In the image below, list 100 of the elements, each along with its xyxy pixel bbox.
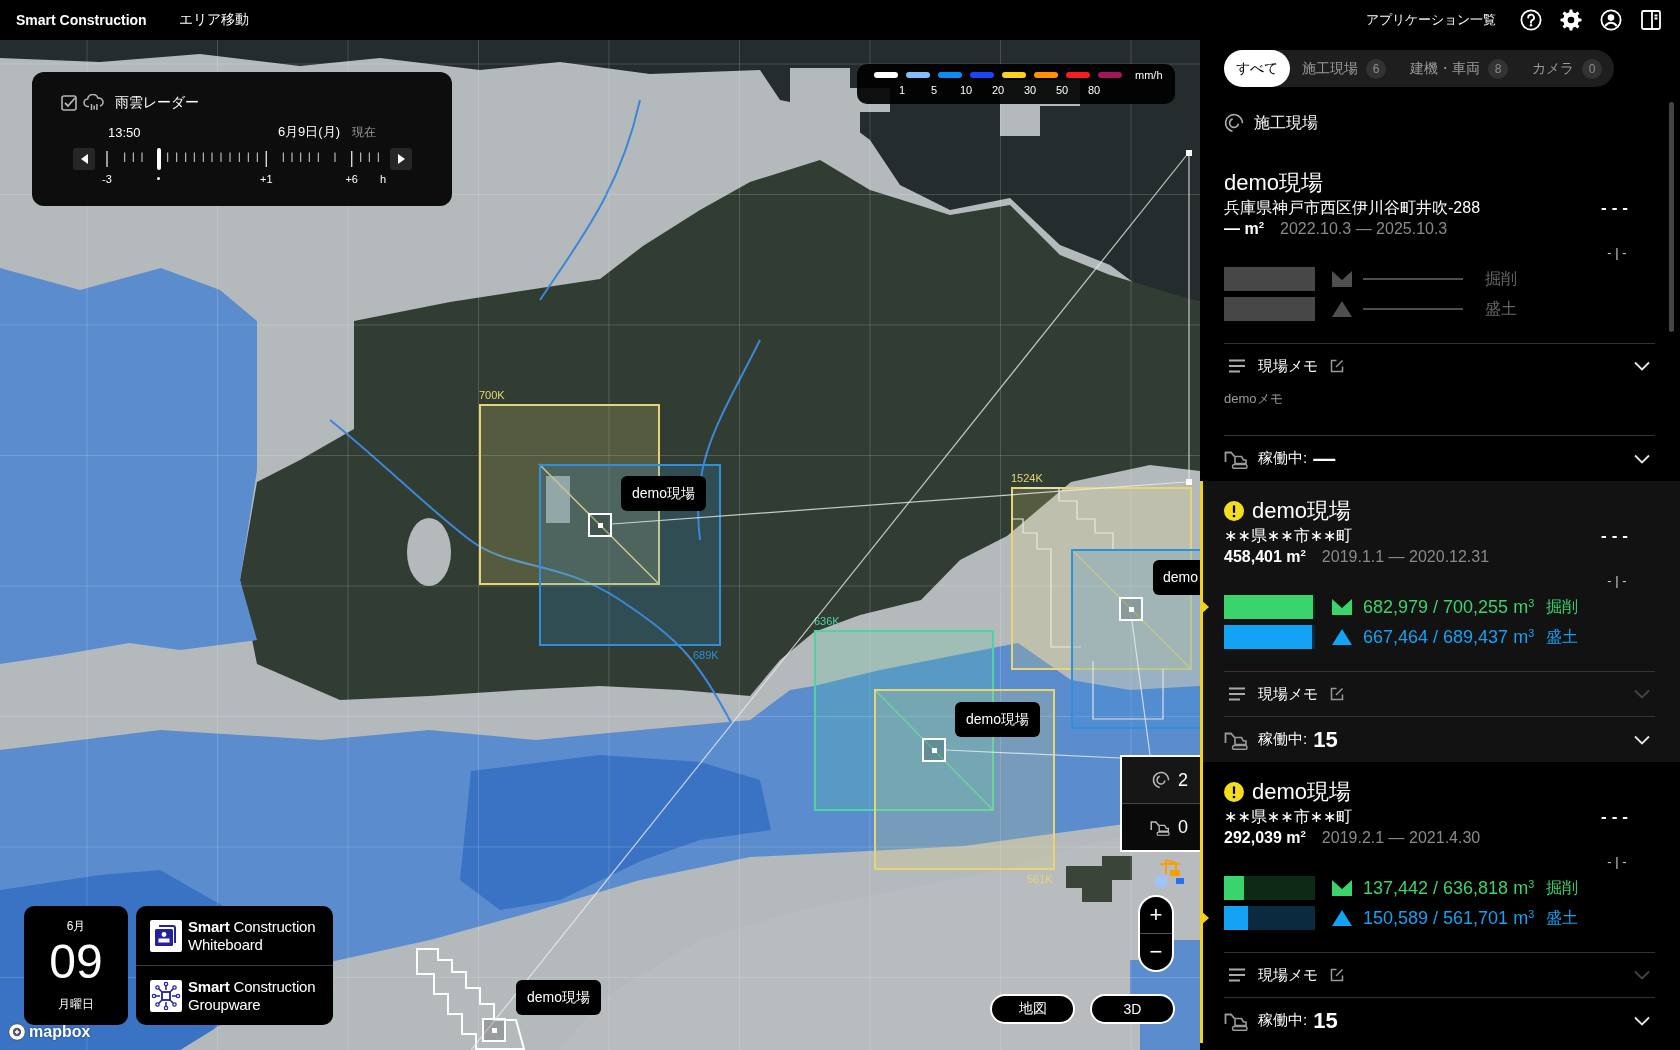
app-list-link[interactable]: アプリケーション一覧: [1366, 11, 1496, 29]
checkbox[interactable]: [61, 95, 77, 111]
scale-value: 1: [897, 84, 907, 96]
site-tooltip[interactable]: demo現場: [621, 476, 707, 511]
tick-label: +6: [345, 172, 358, 186]
metric-label: 掘削: [1546, 596, 1579, 617]
area-label: 700K: [479, 389, 505, 402]
terrain-area: [1066, 856, 1132, 902]
volume-text: 682,979 / 700,255 m$^{3}$: [1363, 596, 1535, 618]
operating-count: 15: [1313, 1009, 1338, 1032]
area-move-menu[interactable]: エリア移動: [178, 11, 249, 29]
area-size: 292,039 m$^{2}$: [1224, 828, 1306, 848]
whiteboard-app-icon: [150, 919, 182, 952]
scale-value: 80: [1086, 84, 1102, 96]
v-notch-icon: [1332, 880, 1352, 896]
ratio-text: - | -: [1607, 572, 1627, 590]
cluster-panel[interactable]: 2 0: [1120, 755, 1200, 852]
volume-text: 150,589 / 561,701 m$^{3}$: [1363, 907, 1535, 929]
site-count: 2: [1178, 769, 1188, 791]
cloud-patch: [407, 518, 451, 586]
view-toggle-button[interactable]: 3D: [1090, 994, 1175, 1024]
site-marker[interactable]: [922, 738, 946, 762]
day-number: 09: [49, 937, 103, 987]
site-address: ∗∗県∗∗市∗∗町: [1224, 526, 1353, 546]
edit-icon[interactable]: [1330, 968, 1344, 982]
volume-text: 137,442 / 636,818 m$^{3}$: [1363, 877, 1535, 899]
machine-count: 0: [1178, 816, 1188, 838]
edit-icon[interactable]: [1330, 687, 1344, 701]
view-toggle-button[interactable]: 地図: [990, 994, 1075, 1024]
scale-value: 5: [929, 84, 939, 96]
metric-label: 掘削: [1546, 877, 1579, 898]
edit-icon[interactable]: [1330, 359, 1344, 373]
area-label: 689K: [693, 649, 719, 662]
memo-label: 現場メモ: [1258, 684, 1318, 704]
site-marker[interactable]: [588, 513, 612, 537]
spiral-icon: [1152, 771, 1170, 789]
count-badge: 8: [1488, 58, 1508, 79]
radar-title: 雨雲レーダー: [115, 94, 199, 112]
memo-text: demoメモ: [1224, 391, 1283, 406]
previous-button[interactable]: [73, 148, 95, 170]
attribution-text[interactable]: mapbox: [29, 1023, 91, 1041]
list-icon: [1228, 687, 1246, 701]
tick-label: h: [379, 172, 387, 186]
help-icon[interactable]: [1520, 9, 1542, 31]
metric-label: 掘削: [1485, 268, 1517, 289]
status-text: ---: [1601, 525, 1633, 547]
section-title: 施工現場: [1254, 112, 1318, 133]
list-icon: [1228, 968, 1246, 982]
operating-count: 15: [1313, 728, 1338, 751]
site-area[interactable]: [1071, 549, 1200, 729]
ratio-text: - | -: [1607, 853, 1627, 871]
triangle-icon: [1332, 301, 1352, 317]
area-size: 458,401 m$^{2}$: [1224, 547, 1306, 567]
site-area[interactable]: [539, 464, 721, 646]
site-marker[interactable]: [482, 1018, 506, 1042]
filter-tab[interactable]: 施工現場 6: [1290, 50, 1398, 87]
site-name: demo現場: [1224, 169, 1324, 197]
next-button[interactable]: [390, 148, 412, 170]
filter-tab[interactable]: 建機・車両 8: [1398, 50, 1520, 87]
site-address: 兵庫県神戸市西区伊川谷町井吹-288: [1224, 198, 1481, 218]
tick-label: -3: [102, 172, 112, 186]
excavator-icon: [1150, 818, 1170, 836]
tick-label: +1: [260, 172, 273, 186]
count-badge: 0: [1582, 58, 1602, 79]
panel-toggle-icon[interactable]: [1640, 9, 1662, 31]
site-name: demo現場: [1252, 497, 1352, 525]
operating-count: —: [1313, 447, 1336, 470]
area-label: 636K: [814, 615, 840, 628]
month-label: 6月: [66, 918, 86, 934]
status-text: ---: [1601, 806, 1633, 828]
construction-machine-icon[interactable]: [1152, 858, 1186, 888]
triangle-icon: [1332, 629, 1352, 645]
slider-thumb[interactable]: [156, 148, 161, 170]
scale-value: 50: [1054, 84, 1070, 96]
site-marker[interactable]: [1119, 597, 1143, 621]
metric-label: 盛土: [1485, 298, 1517, 319]
v-notch-icon: [1332, 271, 1352, 287]
filter-tab[interactable]: カメラ 0: [1520, 50, 1614, 87]
unit-label: mm/h: [1135, 68, 1163, 81]
site-tooltip[interactable]: demo現場: [955, 702, 1041, 737]
ratio-text: - | -: [1607, 244, 1627, 262]
cloud-patch: [546, 476, 570, 523]
site-tooltip[interactable]: demo現場: [516, 980, 602, 1015]
date-range: 2019.1.1 — 2020.12.31: [1321, 547, 1490, 567]
account-icon[interactable]: [1600, 9, 1622, 31]
filter-tab[interactable]: すべて: [1224, 50, 1290, 87]
zoom-in-button[interactable]: +: [1140, 897, 1172, 933]
zoom-out-button[interactable]: −: [1140, 933, 1172, 970]
weekday-label: 月曜日: [58, 996, 94, 1012]
now-label: 現在: [352, 123, 376, 141]
memo-label: 現場メモ: [1258, 965, 1318, 985]
app-link[interactable]: Smart Construction Groupware: [136, 965, 333, 1025]
app-link[interactable]: Smart Construction Whiteboard: [136, 906, 333, 965]
site-tooltip[interactable]: demo: [1152, 560, 1200, 595]
count-badge: 6: [1366, 58, 1386, 79]
settings-icon[interactable]: [1560, 9, 1582, 31]
operating-label: 稼働中:: [1258, 449, 1308, 468]
operating-label: 稼働中:: [1258, 1011, 1308, 1030]
scrollbar[interactable]: [1669, 102, 1674, 332]
triangle-icon: [1332, 910, 1352, 926]
